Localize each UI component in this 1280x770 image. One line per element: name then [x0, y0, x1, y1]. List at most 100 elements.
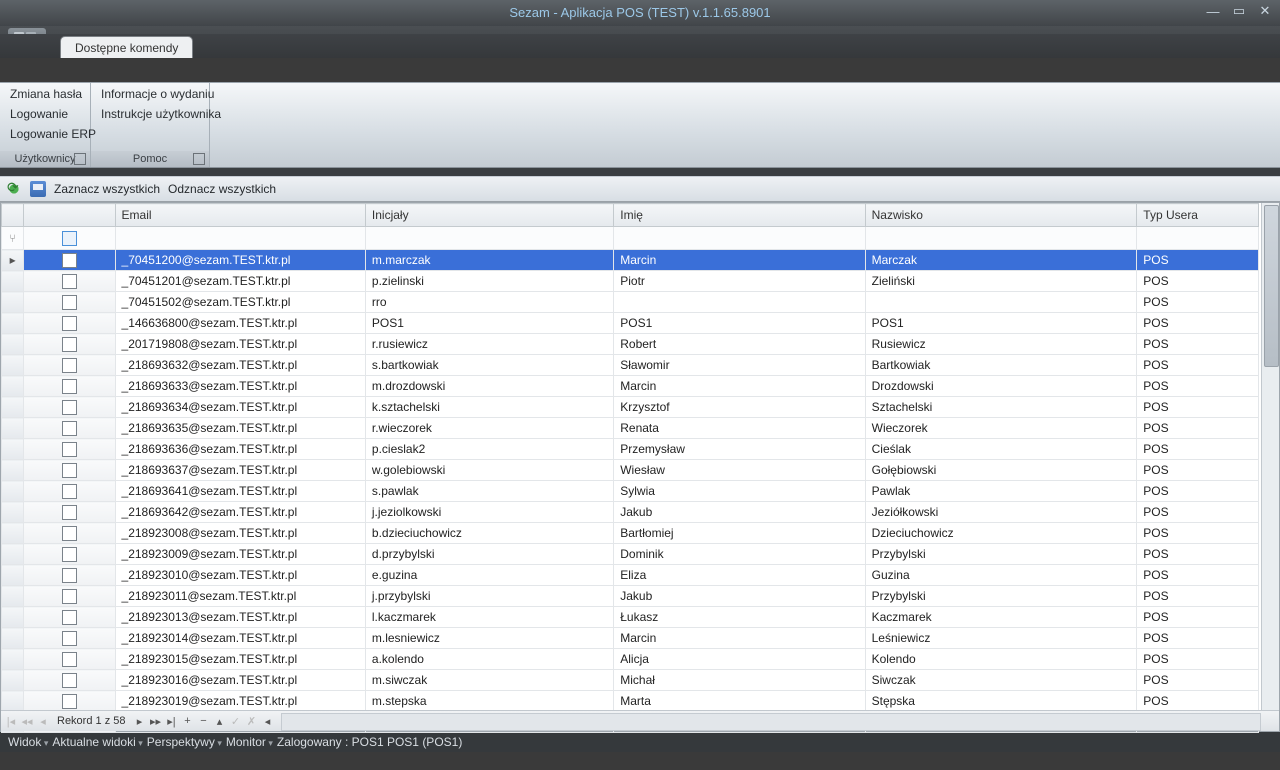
cell-imie[interactable]: Piotr — [614, 271, 865, 292]
cell-imie[interactable]: Dominik — [614, 544, 865, 565]
checkbox-header[interactable] — [24, 204, 115, 227]
cell-nazwisko[interactable]: Przybylski — [865, 544, 1137, 565]
row-checkbox[interactable] — [62, 400, 77, 415]
cell-inicjaly[interactable]: j.przybylski — [365, 586, 613, 607]
cell-imie[interactable]: Sławomir — [614, 355, 865, 376]
indicator-header[interactable] — [2, 204, 24, 227]
cell-imie[interactable]: Marta — [614, 691, 865, 712]
cell-typ[interactable]: POS — [1137, 670, 1259, 691]
table-row[interactable]: _146636800@sezam.TEST.ktr.plPOS1POS1POS1… — [2, 313, 1259, 334]
cell-email[interactable]: _218693642@sezam.TEST.ktr.pl — [115, 502, 365, 523]
tab-dostepne-komendy[interactable]: Dostępne komendy — [60, 36, 193, 58]
cell-nazwisko[interactable]: Kolendo — [865, 649, 1137, 670]
table-row[interactable]: _218693637@sezam.TEST.ktr.plw.golebiowsk… — [2, 460, 1259, 481]
row-checkbox-cell[interactable] — [24, 439, 115, 460]
cell-email[interactable]: _218693634@sezam.TEST.ktr.pl — [115, 397, 365, 418]
ribbon-informacje-o-wydaniu[interactable]: Informacje o wydaniu — [97, 85, 203, 103]
cell-imie[interactable]: Renata — [614, 418, 865, 439]
cell-nazwisko[interactable]: Zieliński — [865, 271, 1137, 292]
cell-email[interactable]: _218923008@sezam.TEST.ktr.pl — [115, 523, 365, 544]
cell-nazwisko[interactable]: Bartkowiak — [865, 355, 1137, 376]
col-imie[interactable]: Imię — [614, 204, 865, 227]
cell-nazwisko[interactable]: Dzieciuchowicz — [865, 523, 1137, 544]
table-row[interactable]: _218693642@sezam.TEST.ktr.plj.jeziolkows… — [2, 502, 1259, 523]
cell-typ[interactable]: POS — [1137, 376, 1259, 397]
cell-nazwisko[interactable]: Przybylski — [865, 586, 1137, 607]
col-inicjaly[interactable]: Inicjały — [365, 204, 613, 227]
cell-typ[interactable]: POS — [1137, 691, 1259, 712]
nav-first-button[interactable]: |◂ — [3, 715, 19, 728]
vertical-scrollbar[interactable] — [1261, 203, 1279, 731]
cell-nazwisko[interactable]: Wieczorek — [865, 418, 1137, 439]
cell-nazwisko[interactable]: Guzina — [865, 565, 1137, 586]
status-monitor[interactable]: Monitor — [226, 735, 273, 749]
cell-imie[interactable] — [614, 292, 865, 313]
cell-inicjaly[interactable]: r.wieczorek — [365, 418, 613, 439]
cell-inicjaly[interactable]: d.przybylski — [365, 544, 613, 565]
table-row[interactable]: _218693636@sezam.TEST.ktr.plp.cieslak2Pr… — [2, 439, 1259, 460]
row-checkbox-cell[interactable] — [24, 523, 115, 544]
table-row[interactable]: _218693633@sezam.TEST.ktr.plm.drozdowski… — [2, 376, 1259, 397]
cell-imie[interactable]: Jakub — [614, 586, 865, 607]
table-row[interactable]: _218693634@sezam.TEST.ktr.plk.sztachelsk… — [2, 397, 1259, 418]
nav-expand-button[interactable]: ◂ — [259, 715, 275, 728]
cell-imie[interactable]: Michał — [614, 670, 865, 691]
cell-inicjaly[interactable]: POS1 — [365, 313, 613, 334]
cell-email[interactable]: _218693637@sezam.TEST.ktr.pl — [115, 460, 365, 481]
row-checkbox[interactable] — [62, 610, 77, 625]
table-row[interactable]: _218923011@sezam.TEST.ktr.plj.przybylski… — [2, 586, 1259, 607]
nav-edit-button[interactable]: ▴ — [211, 715, 227, 728]
cell-typ[interactable]: POS — [1137, 565, 1259, 586]
cell-email[interactable]: _70451502@sezam.TEST.ktr.pl — [115, 292, 365, 313]
row-checkbox[interactable] — [62, 484, 77, 499]
cell-inicjaly[interactable]: p.zielinski — [365, 271, 613, 292]
dialog-launcher-icon[interactable] — [193, 153, 205, 165]
maximize-button[interactable]: ▭ — [1230, 3, 1248, 19]
cell-nazwisko[interactable]: Jeziółkowski — [865, 502, 1137, 523]
row-checkbox[interactable] — [62, 379, 77, 394]
table-row[interactable]: _218923014@sezam.TEST.ktr.plm.lesniewicz… — [2, 628, 1259, 649]
row-checkbox[interactable] — [62, 274, 77, 289]
cell-nazwisko[interactable]: Sztachelski — [865, 397, 1137, 418]
row-checkbox-cell[interactable] — [24, 313, 115, 334]
table-row[interactable]: _201719808@sezam.TEST.ktr.plr.rusiewiczR… — [2, 334, 1259, 355]
cell-email[interactable]: _218923010@sezam.TEST.ktr.pl — [115, 565, 365, 586]
row-checkbox-cell[interactable] — [24, 649, 115, 670]
cell-nazwisko[interactable]: Leśniewicz — [865, 628, 1137, 649]
col-typ-usera[interactable]: Typ Usera — [1137, 204, 1259, 227]
close-button[interactable]: ✕ — [1256, 3, 1274, 19]
deselect-all-button[interactable]: Odznacz wszystkich — [168, 182, 276, 196]
cell-typ[interactable]: POS — [1137, 292, 1259, 313]
dialog-launcher-icon[interactable] — [74, 153, 86, 165]
row-checkbox-cell[interactable] — [24, 670, 115, 691]
cell-typ[interactable]: POS — [1137, 397, 1259, 418]
cell-inicjaly[interactable]: p.cieslak2 — [365, 439, 613, 460]
cell-email[interactable]: _218923013@sezam.TEST.ktr.pl — [115, 607, 365, 628]
cell-email[interactable]: _218923014@sezam.TEST.ktr.pl — [115, 628, 365, 649]
table-row[interactable]: _218923019@sezam.TEST.ktr.plm.stepskaMar… — [2, 691, 1259, 712]
cell-inicjaly[interactable]: m.marczak — [365, 250, 613, 271]
cell-imie[interactable]: Jakub — [614, 502, 865, 523]
filter-email[interactable] — [115, 227, 365, 250]
cell-imie[interactable]: Marcin — [614, 250, 865, 271]
row-checkbox-cell[interactable] — [24, 565, 115, 586]
cell-imie[interactable]: Alicja — [614, 649, 865, 670]
row-checkbox-cell[interactable] — [24, 586, 115, 607]
save-icon[interactable] — [30, 181, 46, 197]
minimize-button[interactable]: — — [1204, 3, 1222, 19]
cell-email[interactable]: _218923009@sezam.TEST.ktr.pl — [115, 544, 365, 565]
row-checkbox[interactable] — [62, 673, 77, 688]
cell-typ[interactable]: POS — [1137, 460, 1259, 481]
scrollbar-thumb[interactable] — [1264, 205, 1279, 367]
cell-typ[interactable]: POS — [1137, 355, 1259, 376]
ribbon-logowanie-erp[interactable]: Logowanie ERP — [6, 125, 84, 143]
row-checkbox-cell[interactable] — [24, 544, 115, 565]
filter-inicjaly[interactable] — [365, 227, 613, 250]
cell-nazwisko[interactable]: Marczak — [865, 250, 1137, 271]
table-row[interactable]: _218923008@sezam.TEST.ktr.plb.dzieciucho… — [2, 523, 1259, 544]
cell-nazwisko[interactable]: Drozdowski — [865, 376, 1137, 397]
table-row[interactable]: _218923015@sezam.TEST.ktr.pla.kolendoAli… — [2, 649, 1259, 670]
row-checkbox-cell[interactable] — [24, 628, 115, 649]
nav-cancel-button[interactable]: ✗ — [243, 715, 259, 728]
cell-imie[interactable]: Marcin — [614, 628, 865, 649]
